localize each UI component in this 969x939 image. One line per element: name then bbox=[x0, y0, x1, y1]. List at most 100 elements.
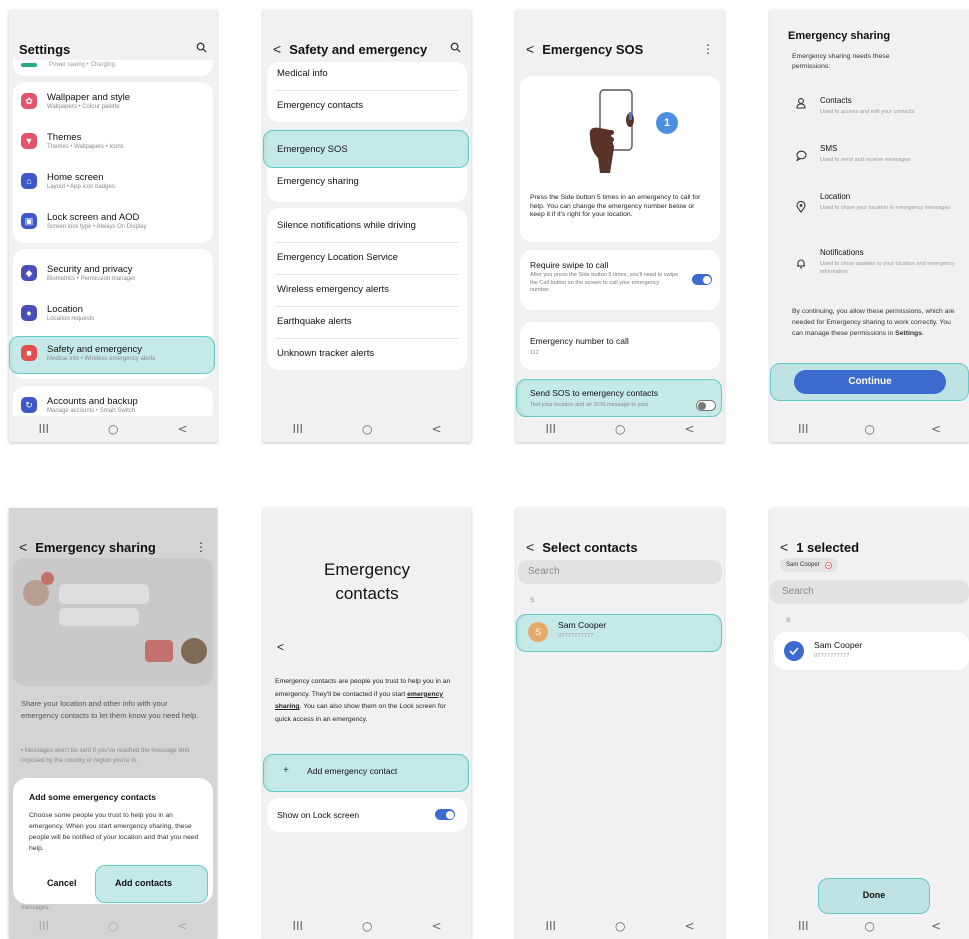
done-button[interactable]: Done bbox=[818, 890, 930, 900]
item-earthquake-alerts[interactable]: Earthquake alerts bbox=[277, 316, 351, 327]
settings-item-lock-screen[interactable]: ▣ Lock screen and AOD Screen lock type • … bbox=[21, 212, 207, 230]
swipe-toggle[interactable] bbox=[692, 274, 712, 285]
settings-item-home-screen[interactable]: ⌂ Home screen Layout • App icon badges bbox=[21, 172, 207, 190]
settings-link[interactable]: Settings bbox=[895, 330, 922, 337]
checkmark-icon[interactable] bbox=[784, 641, 804, 661]
selected-header: < 1 selected bbox=[780, 538, 959, 556]
item-label: Security and privacy bbox=[47, 264, 133, 275]
number-title: Emergency number to call bbox=[530, 336, 629, 346]
settings-item-accounts[interactable]: ↻ Accounts and backup Manage accounts • S… bbox=[21, 396, 207, 414]
back-button[interactable]: < bbox=[431, 919, 441, 933]
recents-button[interactable]: III bbox=[292, 919, 303, 933]
item-tracker-alerts[interactable]: Unknown tracker alerts bbox=[277, 348, 374, 359]
number-card[interactable]: Emergency number to call 112 bbox=[520, 322, 720, 370]
back-arrow-icon[interactable]: < bbox=[273, 41, 281, 57]
item-wireless-alerts[interactable]: Wireless emergency alerts bbox=[277, 284, 389, 295]
item-location-service[interactable]: Emergency Location Service bbox=[277, 252, 398, 263]
back-button[interactable]: < bbox=[931, 919, 941, 933]
wallpaper-icon: ✿ bbox=[21, 93, 37, 109]
contacts-description: Emergency contacts are people you trust … bbox=[275, 676, 461, 726]
perm-footer: By continuing, you allow these permissio… bbox=[792, 306, 962, 339]
show-lock-toggle[interactable] bbox=[435, 809, 455, 820]
back-arrow-icon[interactable]: < bbox=[526, 539, 534, 555]
nav-bar: III ○ < bbox=[263, 913, 471, 939]
recents-button[interactable]: III bbox=[798, 422, 809, 436]
contact-phone: 07777777777 bbox=[814, 653, 850, 659]
back-arrow-icon[interactable]: < bbox=[526, 41, 534, 57]
continue-button[interactable]: Continue bbox=[794, 370, 946, 394]
settings-header: Settings bbox=[19, 40, 207, 58]
back-arrow-icon[interactable]: < bbox=[19, 539, 27, 555]
recents-button[interactable]: III bbox=[292, 422, 303, 436]
item-medical-info[interactable]: Medical info bbox=[277, 68, 328, 79]
back-button[interactable]: < bbox=[431, 422, 441, 436]
battery-card[interactable]: Power saving • Charging bbox=[13, 60, 213, 76]
safety-icon: ■ bbox=[21, 345, 37, 361]
safety-screen: < Safety and emergency Medical info Emer… bbox=[263, 10, 471, 442]
recents-button[interactable]: III bbox=[38, 919, 49, 933]
sync-icon: ↻ bbox=[21, 397, 37, 413]
chip-label: Sam Cooper bbox=[786, 562, 820, 568]
home-button[interactable]: ○ bbox=[865, 919, 875, 933]
recents-button[interactable]: III bbox=[798, 919, 809, 933]
back-button[interactable]: < bbox=[177, 422, 187, 436]
home-button[interactable]: ○ bbox=[362, 422, 372, 436]
send-sos-title[interactable]: Send SOS to emergency contacts bbox=[530, 388, 658, 398]
emergency-contacts-screen: Emergency contacts < Emergency contacts … bbox=[263, 508, 471, 939]
settings-item-security[interactable]: ◆ Security and privacy Biometrics • Permi… bbox=[21, 264, 207, 282]
selected-contact-card[interactable]: Sam Cooper 07777777777 bbox=[774, 632, 969, 670]
settings-item-themes[interactable]: ▼ Themes Themes • Wallpapers • Icons bbox=[21, 132, 207, 150]
back-button[interactable]: < bbox=[684, 919, 694, 933]
bell-icon bbox=[796, 256, 806, 274]
item-label: Accounts and backup bbox=[47, 396, 138, 407]
back-arrow-icon[interactable]: < bbox=[277, 640, 284, 654]
home-button[interactable]: ○ bbox=[865, 422, 875, 436]
send-sos-toggle[interactable] bbox=[696, 400, 716, 411]
more-options-icon[interactable]: ⋮ bbox=[195, 540, 207, 554]
battery-sub: Power saving • Charging bbox=[49, 62, 115, 68]
remove-chip-icon[interactable] bbox=[824, 561, 832, 569]
back-button[interactable]: < bbox=[684, 422, 694, 436]
sharing-description: Share your location and other info with … bbox=[21, 699, 199, 720]
home-button[interactable]: ○ bbox=[362, 919, 372, 933]
selected-chip[interactable]: Sam Cooper bbox=[780, 558, 838, 572]
recents-button[interactable]: III bbox=[38, 422, 49, 436]
settings-item-wallpaper[interactable]: ✿ Wallpaper and style Wallpapers • Colour… bbox=[21, 92, 207, 110]
themes-icon: ▼ bbox=[21, 133, 37, 149]
recents-button[interactable]: III bbox=[545, 919, 556, 933]
back-button[interactable]: < bbox=[931, 422, 941, 436]
home-button[interactable]: ○ bbox=[615, 422, 625, 436]
contact-name[interactable]: Sam Cooper bbox=[558, 620, 606, 630]
search-icon[interactable] bbox=[450, 42, 461, 56]
settings-item-location[interactable]: ● Location Location requests bbox=[21, 304, 207, 322]
search-icon[interactable] bbox=[196, 42, 207, 56]
item-emergency-contacts[interactable]: Emergency contacts bbox=[277, 100, 363, 111]
sos-description: Press the Side button 5 times in an emer… bbox=[530, 194, 701, 219]
search-input[interactable]: Search bbox=[518, 560, 722, 584]
add-contacts-button[interactable]: Add contacts bbox=[115, 878, 172, 888]
divider bbox=[275, 90, 459, 91]
home-button[interactable]: ○ bbox=[108, 919, 118, 933]
home-button[interactable]: ○ bbox=[615, 919, 625, 933]
more-options-icon[interactable]: ⋮ bbox=[702, 42, 714, 56]
item-sub: Medical info • Wireless emergency alerts bbox=[47, 356, 156, 362]
search-input[interactable]: Search bbox=[770, 580, 969, 604]
item-label: Lock screen and AOD bbox=[47, 212, 140, 223]
settings-item-safety[interactable]: ■ Safety and emergency Medical info • Wir… bbox=[21, 344, 207, 362]
item-sub: Screen lock type • Always On Display bbox=[47, 224, 147, 230]
home-button[interactable]: ○ bbox=[108, 422, 118, 436]
highlight-send-sos bbox=[516, 379, 722, 417]
cancel-button[interactable]: Cancel bbox=[47, 878, 77, 888]
add-emergency-contact-button[interactable]: Add emergency contact bbox=[307, 766, 397, 776]
show-lock-card[interactable]: Show on Lock screen bbox=[267, 798, 467, 832]
item-silence-driving[interactable]: Silence notifications while driving bbox=[277, 220, 416, 231]
swipe-card[interactable]: Require swipe to call After you press th… bbox=[520, 250, 720, 310]
contact-name: Sam Cooper bbox=[814, 640, 863, 650]
select-contacts-screen: < Select contacts Search S S Sam Cooper … bbox=[516, 508, 724, 939]
recents-button[interactable]: III bbox=[545, 422, 556, 436]
back-button[interactable]: < bbox=[177, 919, 187, 933]
item-emergency-sharing[interactable]: Emergency sharing bbox=[277, 176, 359, 187]
title-line-2: contacts bbox=[335, 584, 399, 603]
item-emergency-sos[interactable]: Emergency SOS bbox=[277, 144, 348, 155]
back-arrow-icon[interactable]: < bbox=[780, 539, 788, 555]
